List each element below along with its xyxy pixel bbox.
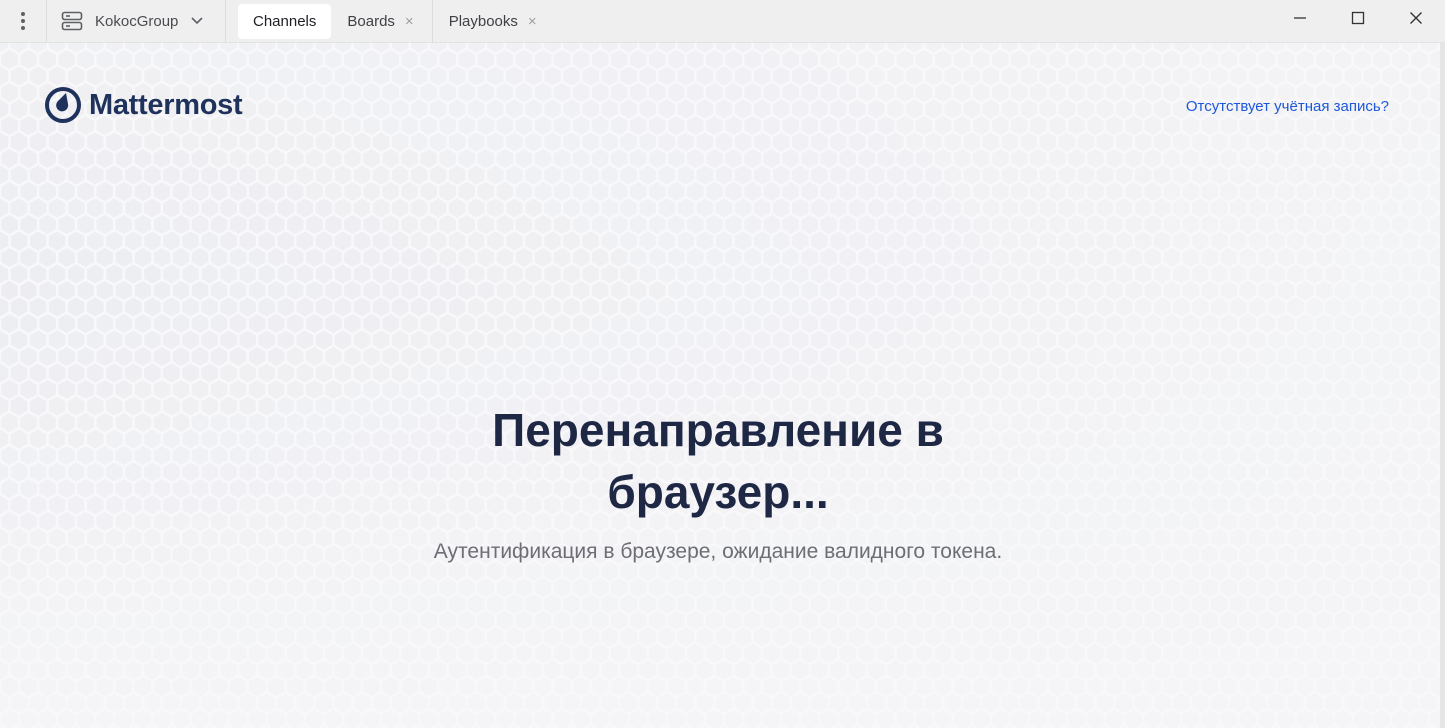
close-icon[interactable]: × [405,14,414,29]
minimize-button[interactable] [1271,0,1329,36]
server-icon [61,11,83,31]
server-dropdown[interactable]: KokocGroup [47,0,225,43]
login-redirect-page: Mattermost Отсутствует учётная запись? П… [0,43,1440,728]
tab-label: Channels [253,12,317,30]
logo-text: Mattermost [89,88,243,121]
scrollbar[interactable] [1440,43,1445,728]
close-window-button[interactable] [1387,0,1445,36]
signup-link[interactable]: Отсутствует учётная запись? [1186,98,1389,115]
minimize-icon [1294,17,1306,19]
tab-boards[interactable]: Boards × [333,4,427,39]
window-controls [1271,0,1445,43]
close-icon [1410,12,1422,24]
chevron-down-icon [191,17,203,25]
close-icon[interactable]: × [528,14,537,29]
tab-channels[interactable]: Channels [238,3,332,39]
tab-playbooks[interactable]: Playbooks × [435,4,551,39]
server-name: KokocGroup [95,12,179,30]
tab-label: Playbooks [448,12,518,30]
tab-label: Boards [347,12,395,30]
status-message: Аутентификация в браузере, ожидание вали… [433,540,1003,563]
three-dots-vertical-icon [21,12,25,30]
mattermost-logo-icon [45,87,81,123]
tab-bar: Channels Boards × Playbooks × [226,0,553,43]
main-menu-button[interactable] [0,0,46,43]
title-bar: KokocGroup Channels Boards × Playbooks × [0,0,1445,43]
divider [431,0,433,43]
mattermost-logo: Mattermost [45,87,243,123]
maximize-icon [1351,11,1365,25]
maximize-button[interactable] [1329,0,1387,36]
page-title: Перенаправление в браузер... [492,404,944,518]
hexagon-background-pattern [0,43,837,498]
